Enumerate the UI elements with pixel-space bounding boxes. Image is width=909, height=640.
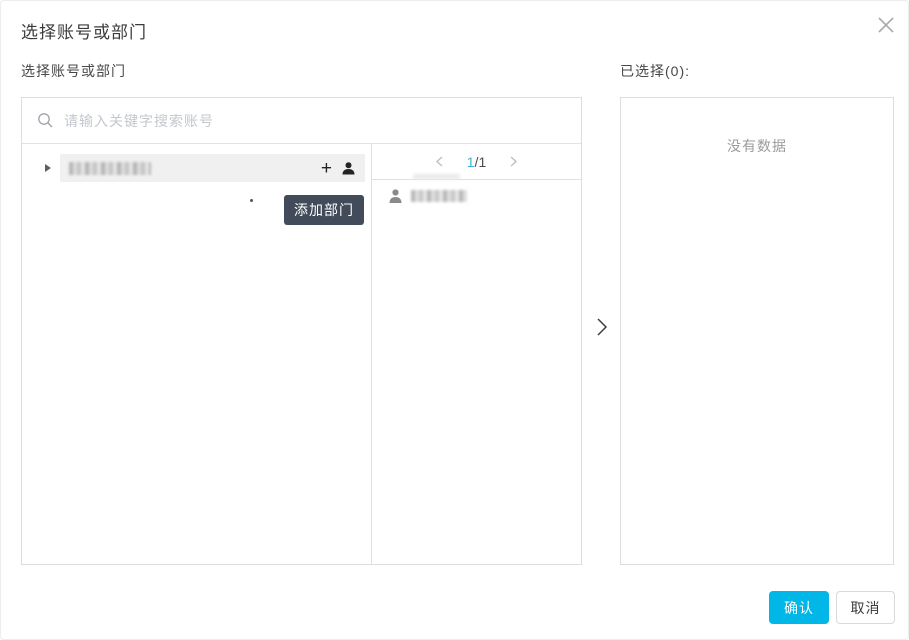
member-row[interactable] bbox=[388, 188, 467, 204]
search-bar bbox=[22, 98, 581, 144]
redacted-department-name bbox=[69, 162, 151, 175]
close-icon bbox=[876, 15, 896, 40]
member-icon[interactable] bbox=[341, 161, 356, 176]
caret-right-icon[interactable] bbox=[45, 164, 51, 172]
transfer-right-icon[interactable] bbox=[593, 316, 610, 343]
page-total: 1 bbox=[478, 154, 486, 170]
close-button[interactable] bbox=[873, 14, 899, 40]
selected-panel: 没有数据 bbox=[620, 97, 894, 565]
cursor-dot bbox=[250, 199, 253, 202]
selected-section-label: 已选择(0): bbox=[620, 61, 690, 81]
empty-text: 没有数据 bbox=[621, 136, 893, 156]
person-icon bbox=[388, 188, 403, 204]
source-section-label: 选择账号或部门 bbox=[21, 61, 126, 81]
pagination: 1/1 bbox=[372, 144, 581, 180]
page-indicator: 1/1 bbox=[467, 154, 486, 170]
confirm-button[interactable]: 确认 bbox=[769, 591, 829, 624]
dialog-title: 选择账号或部门 bbox=[21, 18, 147, 43]
select-account-dialog: { "dialog": { "title": "选择账号或部门", "sourc… bbox=[0, 0, 909, 640]
next-page-icon[interactable] bbox=[508, 155, 519, 168]
add-department-icon[interactable]: + bbox=[321, 159, 332, 178]
prev-page-icon[interactable] bbox=[434, 155, 445, 168]
redaction-smudge bbox=[413, 174, 460, 179]
tree-node-department[interactable]: + bbox=[60, 154, 365, 182]
cancel-button[interactable]: 取消 bbox=[836, 591, 895, 624]
department-tree: + 添加部门 bbox=[22, 144, 371, 564]
account-picker-panel: + 添加部门 1/1 bbox=[21, 97, 582, 565]
search-input[interactable] bbox=[64, 98, 581, 143]
add-department-tooltip: 添加部门 bbox=[284, 195, 364, 225]
tree-row[interactable]: + bbox=[22, 154, 365, 182]
member-list-panel: 1/1 bbox=[371, 144, 581, 564]
redacted-member-name bbox=[411, 190, 467, 202]
page-current: 1 bbox=[467, 154, 475, 170]
search-icon bbox=[37, 112, 54, 129]
